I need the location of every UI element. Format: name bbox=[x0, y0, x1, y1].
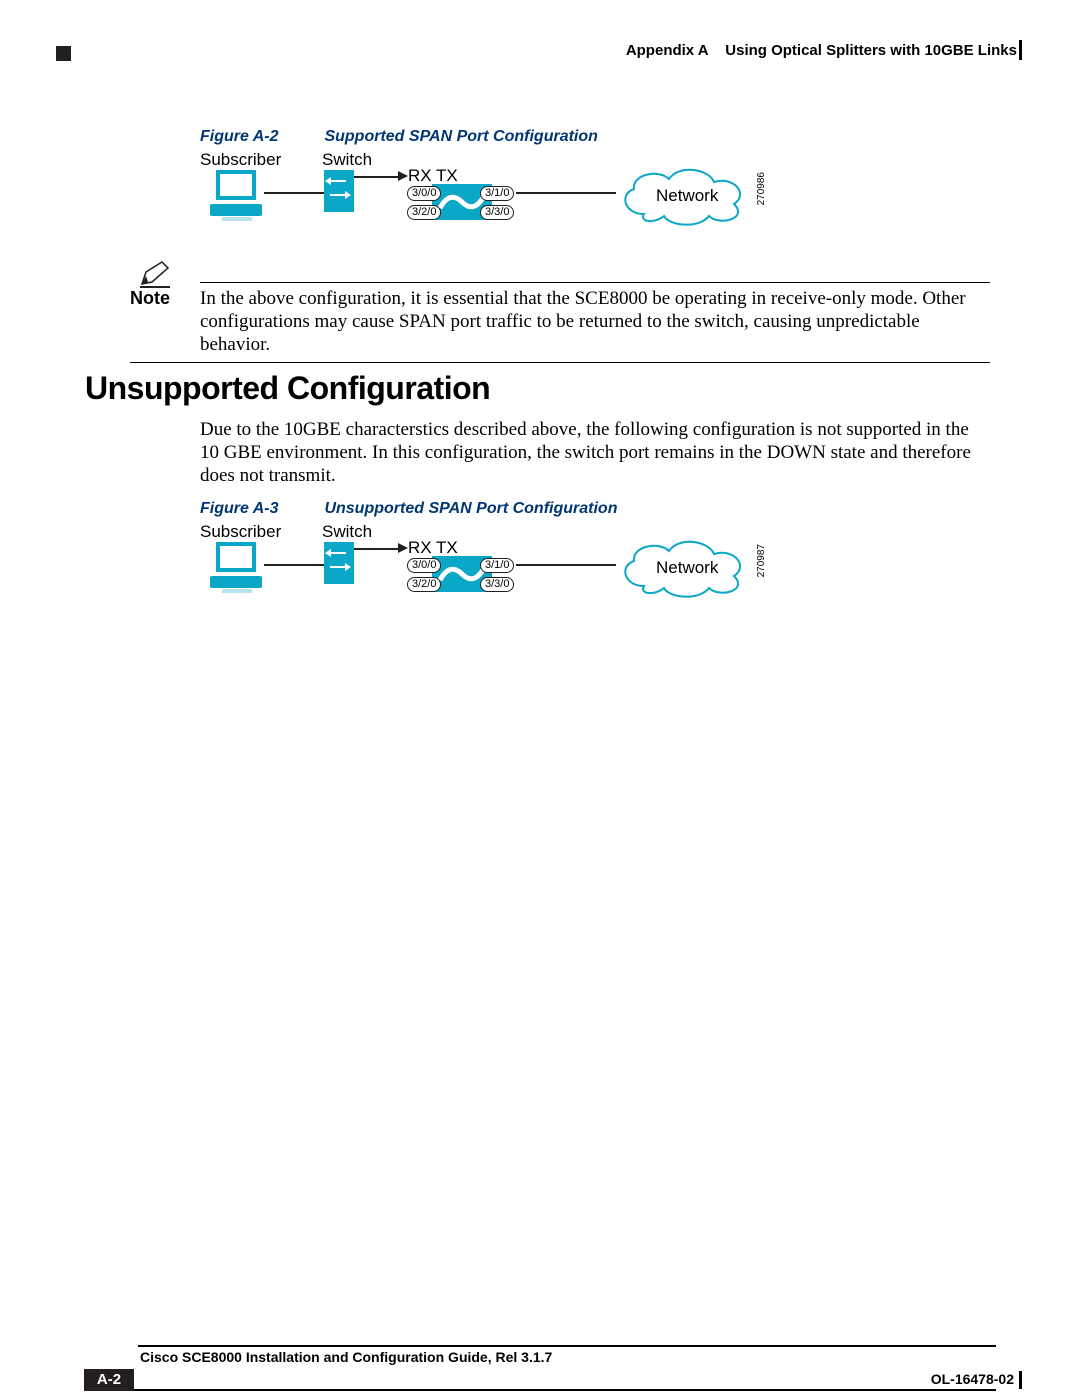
header-title: Using Optical Splitters with 10GBE Links bbox=[725, 42, 1017, 59]
figure-a3-diagram: Subscriber Switch RX TX 3/0/0 3/1/0 3/2/… bbox=[200, 522, 760, 602]
note-label: Note bbox=[130, 288, 170, 309]
footer-badge-line bbox=[134, 1389, 996, 1391]
label-rxtx: RX TX bbox=[408, 166, 458, 186]
label-network: Network bbox=[656, 186, 718, 206]
figure-a2-diagram: Subscriber Switch RX TX 3/0/0 3/1/0 3/2/… bbox=[200, 150, 760, 230]
note-body: In the above configuration, it is essent… bbox=[200, 283, 990, 362]
switch-icon bbox=[324, 542, 354, 584]
figure-a2-imageid: 270986 bbox=[756, 172, 767, 205]
computer-icon bbox=[210, 170, 264, 218]
port-3-3-0: 3/3/0 bbox=[480, 577, 514, 592]
note-block: Note In the above configuration, it is e… bbox=[130, 282, 990, 363]
computer-icon bbox=[210, 542, 264, 590]
figure-a3-num: Figure A-3 bbox=[200, 500, 320, 518]
label-rxtx: RX TX bbox=[408, 538, 458, 558]
port-3-0-0: 3/0/0 bbox=[407, 558, 441, 573]
section-heading: Unsupported Configuration bbox=[85, 370, 490, 407]
figure-a3-caption: Figure A-3 Unsupported SPAN Port Configu… bbox=[200, 500, 617, 518]
network-cloud-icon: Network bbox=[614, 536, 754, 596]
port-3-1-0: 3/1/0 bbox=[480, 186, 514, 201]
label-network: Network bbox=[656, 558, 718, 578]
label-switch: Switch bbox=[322, 522, 372, 542]
header-marker bbox=[56, 46, 71, 61]
port-3-2-0: 3/2/0 bbox=[407, 577, 441, 592]
footer-right-rule bbox=[1019, 1371, 1022, 1389]
figure-a3-imageid: 270987 bbox=[756, 544, 767, 577]
footer-doc-id: OL-16478-02 bbox=[931, 1371, 1014, 1387]
section-paragraph: Due to the 10GBE characterstics describe… bbox=[200, 418, 990, 487]
switch-icon bbox=[324, 170, 354, 212]
label-subscriber: Subscriber bbox=[200, 150, 281, 170]
port-3-3-0: 3/3/0 bbox=[480, 205, 514, 220]
label-switch: Switch bbox=[322, 150, 372, 170]
port-3-1-0: 3/1/0 bbox=[480, 558, 514, 573]
label-subscriber: Subscriber bbox=[200, 522, 281, 542]
running-header: Appendix A Using Optical Splitters with … bbox=[626, 42, 1017, 59]
footer-book-title: Cisco SCE8000 Installation and Configura… bbox=[140, 1349, 552, 1365]
footer-page-number: A-2 bbox=[84, 1369, 134, 1391]
port-3-0-0: 3/0/0 bbox=[407, 186, 441, 201]
header-rule bbox=[1019, 40, 1022, 60]
figure-a3-title: Unsupported SPAN Port Configuration bbox=[324, 500, 617, 517]
figure-a2-num: Figure A-2 bbox=[200, 128, 320, 146]
footer-top-rule bbox=[138, 1345, 996, 1347]
figure-a2-title: Supported SPAN Port Configuration bbox=[324, 128, 597, 145]
figure-a2-caption: Figure A-2 Supported SPAN Port Configura… bbox=[200, 128, 598, 146]
header-appendix: Appendix A bbox=[626, 42, 709, 59]
port-3-2-0: 3/2/0 bbox=[407, 205, 441, 220]
network-cloud-icon: Network bbox=[614, 164, 754, 224]
